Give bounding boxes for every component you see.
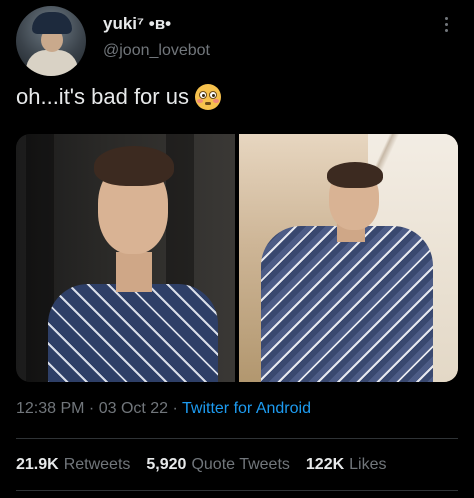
media-grid [16, 134, 458, 382]
tweet-date: 03 Oct 22 [98, 400, 169, 417]
retweets-count: 21.9K [16, 456, 59, 473]
tweet-text-line: oh...it's bad for us [16, 84, 221, 110]
tweet-metadata: 12:38 PM · 03 Oct 22 · Twitter for Andro… [16, 400, 311, 418]
tweet-time: 12:38 PM [16, 400, 85, 417]
likes-count: 122K [305, 456, 345, 473]
likes-stat[interactable]: 122K Likes [306, 456, 387, 474]
avatar-hat-shape [32, 12, 72, 34]
retweets-label: Retweets [63, 456, 131, 473]
quote-tweets-label: Quote Tweets [191, 456, 290, 473]
media-photo-1[interactable] [16, 134, 235, 382]
quote-tweets-count: 5,920 [146, 456, 187, 473]
flushed-face-emoji [194, 84, 221, 110]
meta-separator: · [84, 400, 99, 417]
avatar-body-shape [26, 50, 78, 76]
tweet-header: yuki⁷ •ʙ• @joon_lovebot [0, 0, 474, 80]
tweet-text: oh...it's bad for us [16, 84, 189, 109]
retweets-stat[interactable]: 21.9K Retweets [16, 456, 130, 474]
more-vertical-icon[interactable] [436, 12, 456, 36]
user-handle[interactable]: @joon_lovebot [103, 42, 210, 60]
meta-separator: · [168, 400, 183, 417]
media-photo-2[interactable] [239, 134, 458, 382]
quote-tweets-stat[interactable]: 5,920 Quote Tweets [146, 456, 289, 474]
tweet-stats: 21.9K Retweets 5,920 Quote Tweets 122K Like… [16, 456, 387, 474]
likes-label: Likes [349, 456, 387, 473]
divider [16, 490, 458, 491]
avatar[interactable] [16, 6, 86, 76]
display-name[interactable]: yuki⁷ •ʙ• [103, 14, 171, 34]
tweet-source-link[interactable]: Twitter for Android [182, 400, 311, 417]
divider [16, 438, 458, 439]
